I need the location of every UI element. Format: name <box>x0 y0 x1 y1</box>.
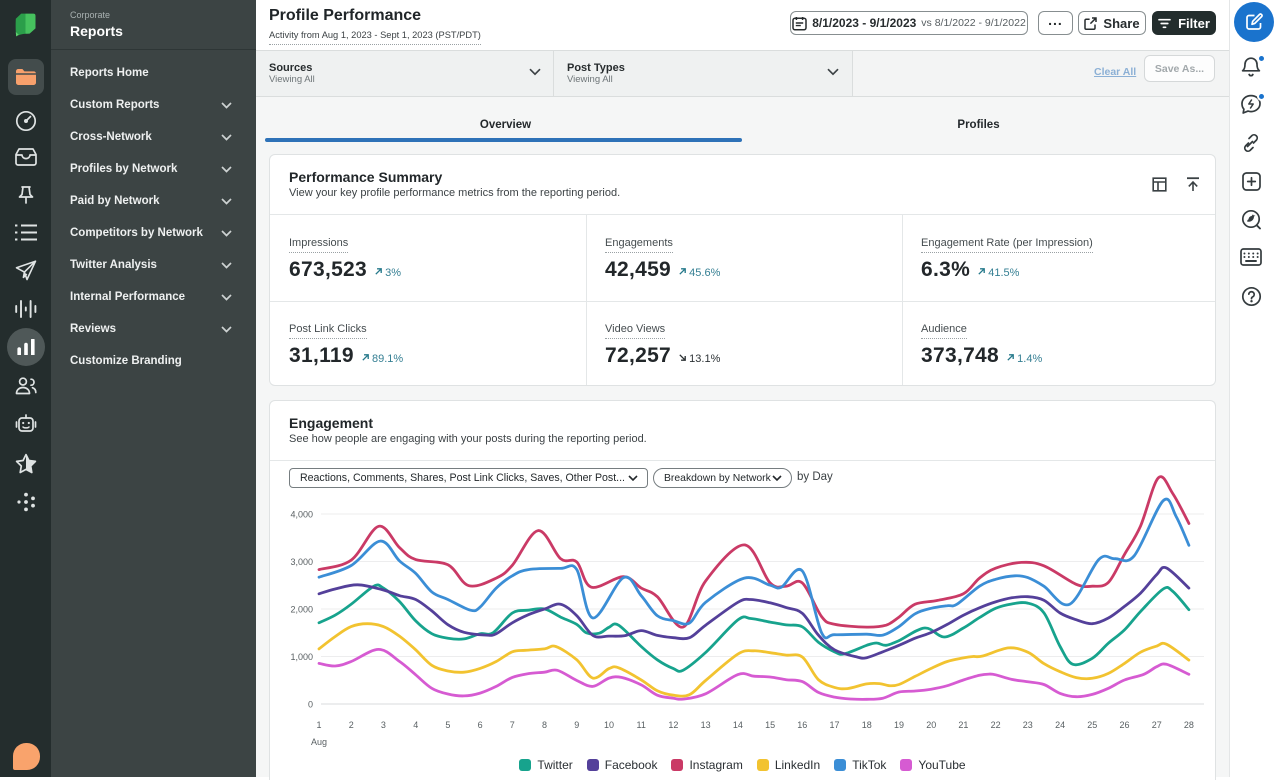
svg-text:5: 5 <box>445 720 450 730</box>
svg-text:0: 0 <box>308 700 313 710</box>
svg-text:18: 18 <box>862 720 872 730</box>
svg-text:27: 27 <box>1152 720 1162 730</box>
svg-text:19: 19 <box>894 720 904 730</box>
svg-text:22: 22 <box>991 720 1001 730</box>
svg-text:28: 28 <box>1184 720 1194 730</box>
svg-text:25: 25 <box>1087 720 1097 730</box>
svg-text:17: 17 <box>829 720 839 730</box>
svg-text:23: 23 <box>1023 720 1033 730</box>
svg-text:3,000: 3,000 <box>290 557 313 567</box>
svg-text:9: 9 <box>574 720 579 730</box>
svg-text:4,000: 4,000 <box>290 510 313 520</box>
svg-text:1: 1 <box>316 720 321 730</box>
svg-text:14: 14 <box>733 720 743 730</box>
svg-text:8: 8 <box>542 720 547 730</box>
svg-text:15: 15 <box>765 720 775 730</box>
svg-text:2,000: 2,000 <box>290 605 313 615</box>
svg-text:3: 3 <box>381 720 386 730</box>
svg-text:16: 16 <box>797 720 807 730</box>
svg-text:12: 12 <box>668 720 678 730</box>
svg-text:Aug: Aug <box>311 737 327 747</box>
svg-text:20: 20 <box>926 720 936 730</box>
svg-text:1,000: 1,000 <box>290 652 313 662</box>
svg-text:2: 2 <box>349 720 354 730</box>
svg-text:10: 10 <box>604 720 614 730</box>
svg-text:13: 13 <box>701 720 711 730</box>
svg-text:11: 11 <box>637 720 646 730</box>
svg-text:21: 21 <box>958 720 968 730</box>
svg-text:4: 4 <box>413 720 418 730</box>
svg-text:7: 7 <box>510 720 515 730</box>
svg-text:24: 24 <box>1055 720 1065 730</box>
svg-text:6: 6 <box>478 720 483 730</box>
svg-text:26: 26 <box>1119 720 1129 730</box>
